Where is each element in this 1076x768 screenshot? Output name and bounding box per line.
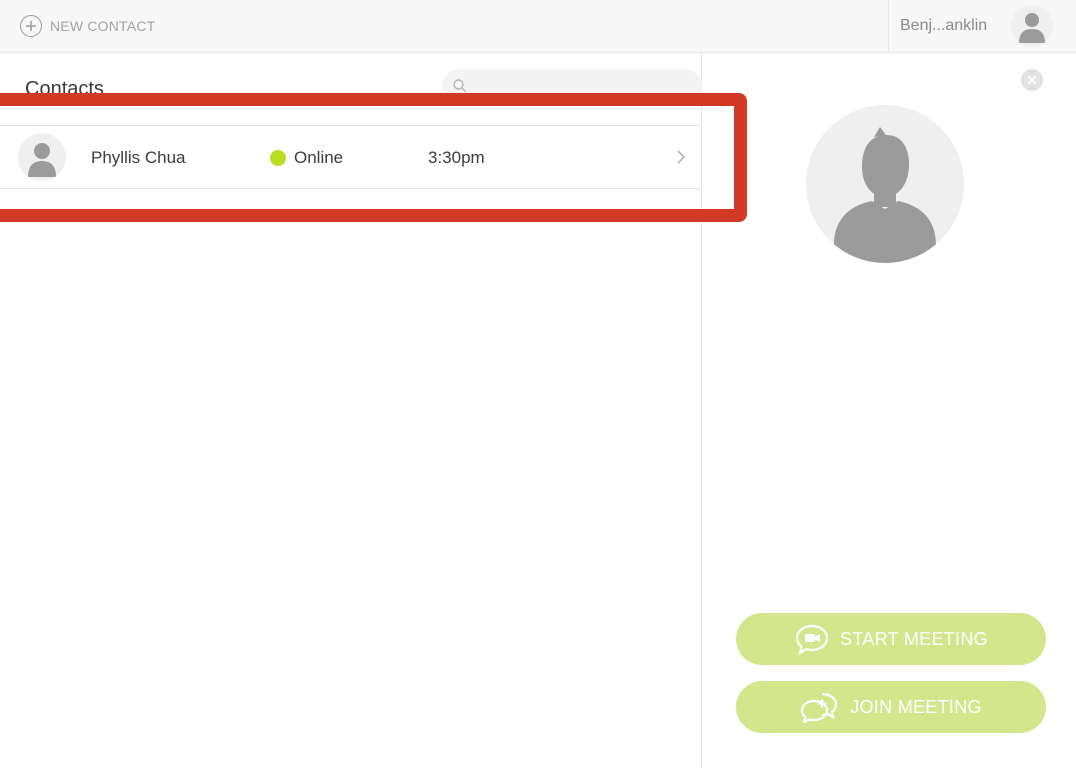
contact-avatar-icon <box>18 133 66 181</box>
user-avatar-icon[interactable] <box>1011 5 1053 47</box>
start-meeting-button[interactable]: START MEETING <box>736 613 1046 665</box>
contact-status: Online <box>294 148 344 167</box>
user-menu[interactable]: Benj...anklin <box>888 0 1076 52</box>
user-name: Benj...anklin <box>900 17 988 34</box>
new-contact-button[interactable]: NEW CONTACT <box>20 13 155 39</box>
contact-detail-panel: START MEETING JOIN MEETING <box>702 53 1076 768</box>
plus-circle-icon <box>20 15 42 37</box>
join-meeting-label: JOIN MEETING <box>850 696 982 717</box>
top-bar: NEW CONTACT Benj...anklin <box>0 0 1076 53</box>
chevron-right-icon <box>676 149 686 170</box>
chat-plus-icon <box>800 691 840 723</box>
search-box[interactable] <box>442 69 702 105</box>
profile-avatar-icon <box>806 105 964 263</box>
new-contact-label: NEW CONTACT <box>50 18 156 34</box>
start-meeting-label: START MEETING <box>840 628 988 649</box>
video-chat-icon <box>794 623 830 655</box>
contacts-title: Contacts <box>25 78 104 100</box>
contact-time: 3:30pm <box>428 148 485 167</box>
close-icon[interactable] <box>1021 69 1043 91</box>
contacts-panel: Contacts Phyllis Chua Online 3:30pm <box>0 53 702 768</box>
join-meeting-button[interactable]: JOIN MEETING <box>736 681 1046 733</box>
search-input[interactable] <box>472 73 676 103</box>
contact-name: Phyllis Chua <box>91 148 186 167</box>
search-icon <box>452 78 468 99</box>
online-status-dot <box>270 150 286 166</box>
contact-row[interactable]: Phyllis Chua Online 3:30pm <box>0 125 700 189</box>
